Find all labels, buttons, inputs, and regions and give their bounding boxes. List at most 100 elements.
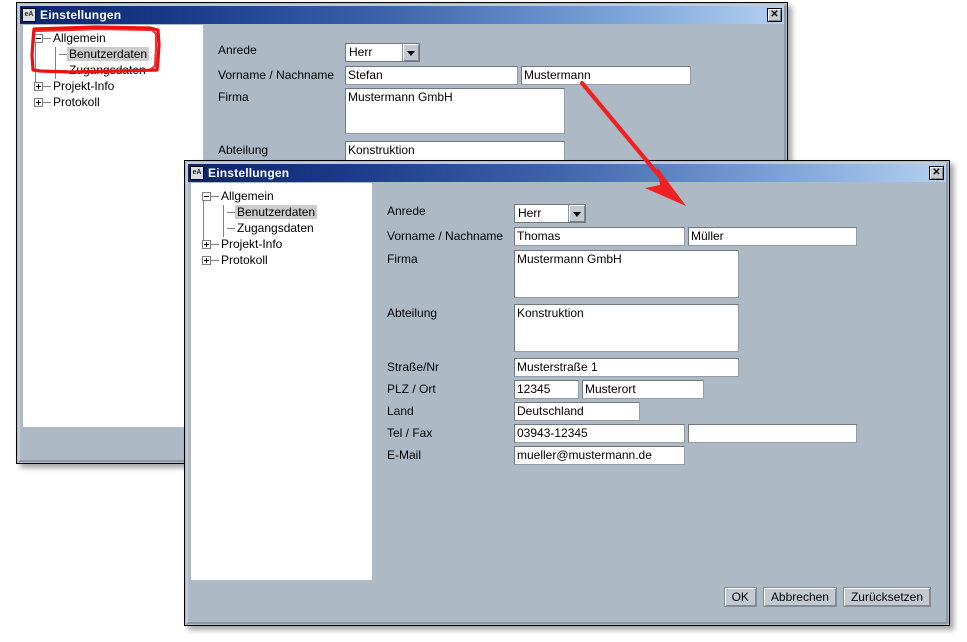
email-input[interactable]: mueller@mustermann.de	[514, 446, 685, 465]
firma-label: Firma	[218, 88, 345, 105]
tree-item-allgemein[interactable]: Allgemein	[202, 188, 372, 204]
settings-window-foreground[interactable]: eA Einstellungen ✕ Allgemein	[184, 160, 950, 626]
app-icon: eA	[190, 166, 204, 180]
fax-input[interactable]	[688, 424, 857, 443]
name-label: Vorname / Nachname	[218, 66, 345, 83]
tree-dash	[43, 38, 51, 39]
titlebar-background[interactable]: eA Einstellungen ✕	[20, 6, 784, 24]
tree-collapse-icon[interactable]	[34, 34, 43, 43]
firma-textarea[interactable]: Mustermann GmbH	[345, 88, 565, 134]
tel-fax-label: Tel / Fax	[387, 424, 514, 441]
settings-tree-background: Allgemein Benutzerdaten Zugangsdaten Pro…	[23, 25, 203, 110]
tree-item-label: Benutzerdaten	[235, 205, 317, 219]
vorname-input[interactable]: Thomas	[514, 227, 685, 246]
firma-label: Firma	[387, 250, 514, 267]
tree-item-label: Protokoll	[51, 95, 102, 109]
tree-expand-icon[interactable]	[34, 82, 43, 91]
dialog-button-bar: OK Abbrechen Zurücksetzen	[724, 587, 931, 607]
reset-button[interactable]: Zurücksetzen	[843, 587, 931, 607]
field-row-name: Vorname / Nachname Stefan Mustermann	[218, 66, 691, 85]
tree-item-label: Benutzerdaten	[67, 47, 149, 61]
field-row-anrede: Anrede Herr	[218, 43, 420, 62]
field-row-firma: Firma Mustermann GmbH	[387, 250, 739, 298]
anrede-value: Herr	[515, 205, 568, 222]
cancel-button[interactable]: Abbrechen	[763, 587, 837, 607]
tree-expand-icon[interactable]	[34, 98, 43, 107]
tree-expand-icon[interactable]	[202, 256, 211, 265]
field-row-land: Land Deutschland	[387, 402, 640, 421]
window-body-foreground: Allgemein Benutzerdaten Zugangsdaten Pro…	[191, 183, 943, 619]
tree-item-projekt-info[interactable]: Projekt-Info	[34, 78, 203, 94]
nachname-input[interactable]: Müller	[688, 227, 857, 246]
window-title: Einstellungen	[40, 8, 121, 22]
tree-item-label: Allgemein	[51, 31, 108, 45]
anrede-label: Anrede	[387, 204, 514, 219]
abteilung-label: Abteilung	[218, 141, 345, 158]
field-row-firma: Firma Mustermann GmbH	[218, 88, 565, 134]
settings-tree-panel-background[interactable]: Allgemein Benutzerdaten Zugangsdaten Pro…	[23, 25, 203, 427]
tree-item-benutzerdaten[interactable]: Benutzerdaten	[227, 204, 372, 220]
tree-item-label: Projekt-Info	[51, 79, 116, 93]
settings-tree-foreground: Allgemein Benutzerdaten Zugangsdaten Pro…	[191, 183, 372, 268]
tree-dash	[59, 54, 67, 55]
ort-input[interactable]: Musterort	[582, 380, 704, 399]
strasse-label: Straße/Nr	[387, 358, 514, 375]
anrede-select[interactable]: Herr	[514, 204, 586, 223]
tree-item-zugangsdaten[interactable]: Zugangsdaten	[59, 62, 203, 78]
tree-expand-icon[interactable]	[202, 240, 211, 249]
nachname-input[interactable]: Mustermann	[521, 66, 691, 85]
tree-dash	[211, 244, 219, 245]
close-icon[interactable]: ✕	[929, 166, 944, 180]
tree-line	[55, 47, 56, 79]
tree-item-zugangsdaten[interactable]: Zugangsdaten	[227, 220, 372, 236]
field-row-plz-ort: PLZ / Ort 12345 Musterort	[387, 380, 704, 399]
app-icon: eA	[22, 8, 36, 22]
tree-item-protokoll[interactable]: Protokoll	[202, 252, 372, 268]
tree-item-label: Zugangsdaten	[235, 221, 316, 235]
strasse-input[interactable]: Musterstraße 1	[514, 358, 739, 377]
anrede-value: Herr	[346, 44, 402, 61]
close-icon[interactable]: ✕	[767, 8, 782, 22]
tree-line	[223, 205, 224, 237]
tel-input[interactable]: 03943-12345	[514, 424, 685, 443]
abteilung-label: Abteilung	[387, 304, 514, 321]
tree-dash	[43, 102, 51, 103]
field-row-name: Vorname / Nachname Thomas Müller	[387, 227, 857, 246]
plz-ort-label: PLZ / Ort	[387, 380, 514, 397]
name-label: Vorname / Nachname	[387, 227, 514, 244]
field-row-strasse: Straße/Nr Musterstraße 1	[387, 358, 739, 377]
chevron-down-icon[interactable]	[402, 44, 419, 61]
tree-item-allgemein[interactable]: Allgemein	[34, 30, 203, 46]
tree-item-label: Protokoll	[219, 253, 270, 267]
tree-dash	[211, 196, 219, 197]
window-title: Einstellungen	[208, 166, 289, 180]
tree-item-label: Projekt-Info	[219, 237, 284, 251]
ok-button[interactable]: OK	[724, 587, 757, 607]
tree-item-label: Allgemein	[219, 189, 276, 203]
plz-input[interactable]: 12345	[514, 380, 579, 399]
titlebar-foreground[interactable]: eA Einstellungen ✕	[188, 164, 946, 182]
tree-item-label: Zugangsdaten	[67, 63, 148, 77]
tree-dash	[227, 212, 235, 213]
settings-tree-panel-foreground[interactable]: Allgemein Benutzerdaten Zugangsdaten Pro…	[191, 183, 372, 580]
email-label: E-Mail	[387, 446, 514, 463]
anrede-label: Anrede	[218, 43, 345, 58]
tree-item-protokoll[interactable]: Protokoll	[34, 94, 203, 110]
firma-textarea[interactable]: Mustermann GmbH	[514, 250, 739, 298]
tree-collapse-icon[interactable]	[202, 192, 211, 201]
tree-item-benutzerdaten[interactable]: Benutzerdaten	[59, 46, 203, 62]
land-input[interactable]: Deutschland	[514, 402, 640, 421]
anrede-select[interactable]: Herr	[345, 43, 420, 62]
land-label: Land	[387, 402, 514, 419]
abteilung-textarea[interactable]: Konstruktion	[514, 304, 739, 352]
tree-dash	[211, 260, 219, 261]
chevron-down-icon[interactable]	[568, 205, 585, 222]
tree-dash	[59, 70, 67, 71]
user-data-form-foreground: Anrede Herr Vorname / Nachname Thomas Mü…	[372, 183, 943, 619]
field-row-email: E-Mail mueller@mustermann.de	[387, 446, 685, 465]
field-row-abteilung: Abteilung Konstruktion	[387, 304, 739, 352]
tree-item-projekt-info[interactable]: Projekt-Info	[202, 236, 372, 252]
vorname-input[interactable]: Stefan	[345, 66, 518, 85]
field-row-anrede: Anrede Herr	[387, 204, 586, 223]
tree-dash	[227, 228, 235, 229]
